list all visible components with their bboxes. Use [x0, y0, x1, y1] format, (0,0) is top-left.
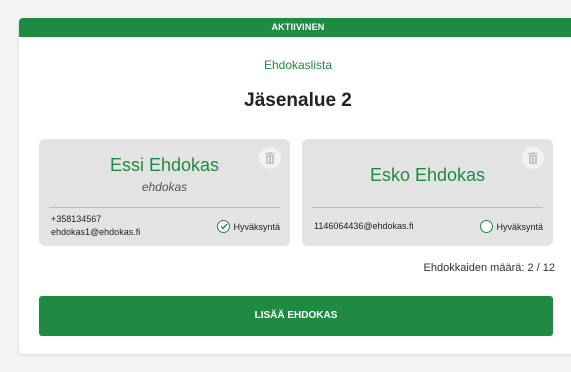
- approval-toggle[interactable]: Hyväksyntä: [217, 220, 280, 233]
- page-title: Jäsenalue 2: [244, 90, 352, 111]
- candidate-name: Esko Ehdokas: [369, 165, 486, 185]
- candidate-role: ehdokas: [141, 180, 188, 194]
- divider: [312, 207, 543, 208]
- candidate-card: Essi Ehdokas ehdokas +358134567 ehdokas1…: [39, 139, 290, 246]
- candidate-contact: +358134567 ehdokas1@ehdokas.fi: [51, 213, 140, 239]
- trash-icon: [528, 152, 538, 164]
- candidate-contact: 1146064436@ehdokas.fi: [314, 220, 414, 233]
- candidate-email: 1146064436@ehdokas.fi: [314, 221, 414, 231]
- candidate-name: Essi Ehdokas: [109, 155, 220, 175]
- divider: [49, 207, 280, 208]
- candidate-list-card: AKTIIVINEN Ehdokaslista Jäsenalue 2 Essi…: [19, 18, 571, 354]
- candidate-card: Esko Ehdokas 1146064436@ehdokas.fi Hyväk…: [302, 139, 553, 246]
- candidate-phone: +358134567: [51, 214, 102, 224]
- approval-label: Hyväksyntä: [496, 221, 543, 232]
- approval-label: Hyväksyntä: [233, 221, 280, 232]
- add-candidate-button[interactable]: LISÄÄ EHDOKAS: [39, 296, 553, 336]
- status-banner: AKTIIVINEN: [19, 18, 571, 37]
- list-label: Ehdokaslista: [263, 58, 333, 72]
- candidate-count: Ehdokkaiden määrä: 2 / 12: [423, 262, 555, 274]
- check-circle-icon: [217, 220, 231, 233]
- approval-toggle[interactable]: Hyväksyntä: [480, 220, 543, 233]
- empty-circle-icon: [480, 220, 494, 233]
- candidate-email: ehdokas1@ehdokas.fi: [51, 227, 141, 237]
